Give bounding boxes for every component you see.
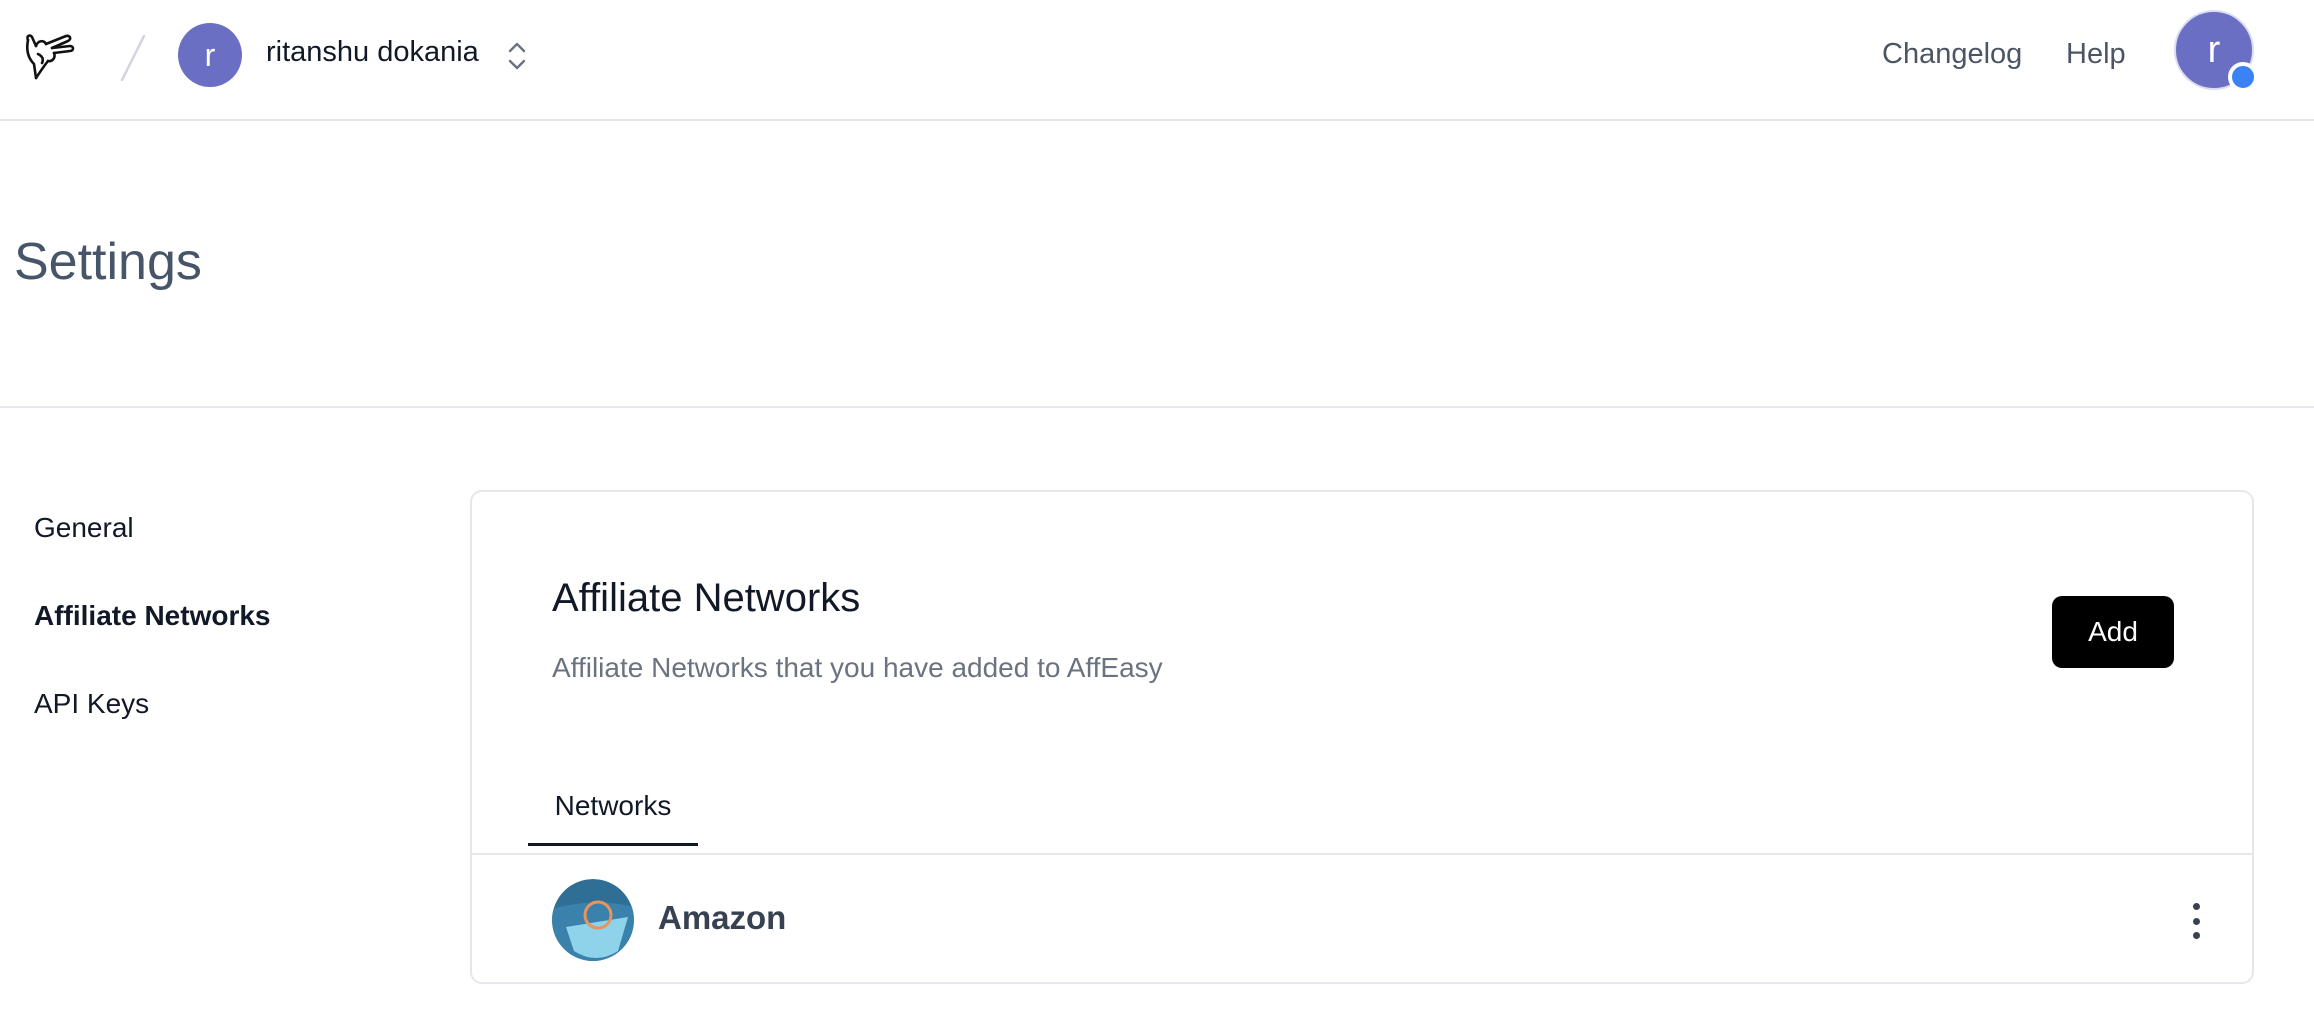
chevron-up-down-icon[interactable] — [504, 38, 530, 74]
sidebar-item-affiliate-networks[interactable]: Affiliate Networks — [34, 600, 271, 632]
top-navigation-bar: r ritanshu dokania Changelog Help r — [0, 0, 2314, 121]
workspace-avatar[interactable]: r — [178, 23, 242, 87]
menu-dot — [2192, 932, 2200, 939]
sidebar-item-api-keys[interactable]: API Keys — [34, 688, 149, 720]
menu-dot — [2192, 903, 2200, 910]
menu-dot — [2192, 917, 2200, 925]
kebab-menu-icon[interactable] — [2184, 899, 2208, 943]
network-name: Amazon — [658, 899, 787, 936]
breadcrumb-separator — [118, 34, 148, 82]
affiliate-networks-card: Affiliate Networks Affiliate Networks th… — [470, 490, 2254, 984]
user-avatar-letter: r — [2207, 28, 2221, 71]
sidebar-item-general[interactable]: General — [34, 512, 134, 544]
header-divider — [0, 406, 2314, 408]
amazon-network-logo-icon — [552, 879, 634, 961]
workspace-name[interactable]: ritanshu dokania — [266, 36, 479, 69]
tab-networks[interactable]: Networks — [528, 782, 698, 846]
card-title: Affiliate Networks — [552, 576, 861, 620]
hand-gesture-logo-icon[interactable] — [20, 26, 80, 86]
add-network-button[interactable]: Add — [2052, 596, 2174, 668]
card-subtitle: Affiliate Networks that you have added t… — [552, 652, 1163, 683]
online-status-indicator — [2228, 62, 2258, 92]
help-link[interactable]: Help — [2066, 38, 2126, 71]
changelog-link[interactable]: Changelog — [1882, 38, 2022, 71]
page-title: Settings — [14, 233, 202, 291]
workspace-avatar-letter: r — [204, 36, 216, 73]
network-row-amazon[interactable]: Amazon — [472, 855, 2252, 982]
